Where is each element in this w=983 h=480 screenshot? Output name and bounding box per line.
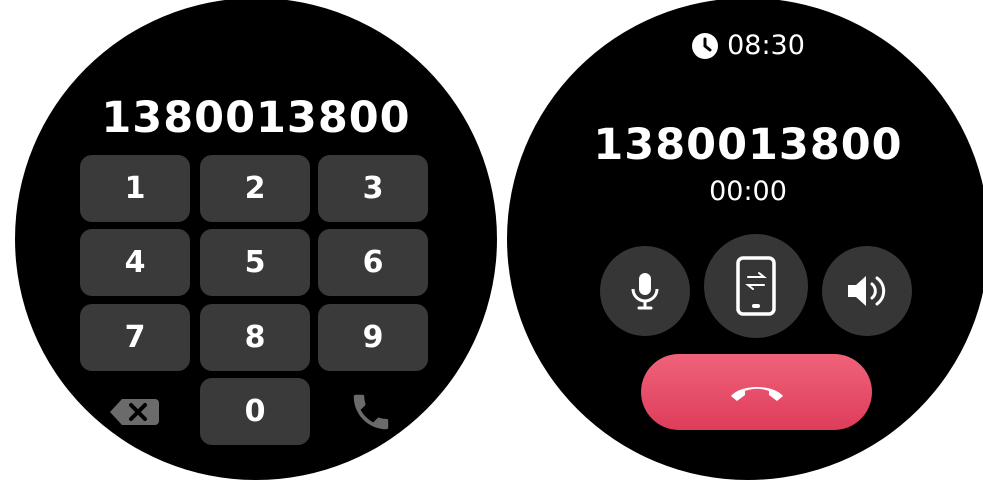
dialed-number: 1380013800 (101, 93, 411, 143)
key-6[interactable]: 6 (318, 229, 428, 296)
status-clock: 08:30 (507, 30, 983, 61)
call-screen: 08:30 1380013800 00:00 (507, 0, 983, 480)
end-call-button[interactable] (641, 354, 872, 430)
key-0[interactable]: 0 (200, 378, 310, 445)
microphone-icon (631, 273, 659, 310)
clock-icon (692, 32, 719, 59)
key-5[interactable]: 5 (200, 229, 310, 296)
key-1[interactable]: 1 (80, 155, 190, 222)
hang-up-icon (730, 387, 783, 401)
key-3[interactable]: 3 (318, 155, 428, 222)
speaker-icon (848, 276, 886, 306)
key-8[interactable]: 8 (200, 304, 310, 371)
clock-time: 08:30 (727, 30, 805, 61)
backspace-icon (110, 399, 159, 425)
mute-button[interactable] (600, 246, 690, 336)
key-9[interactable]: 9 (318, 304, 428, 371)
key-4[interactable]: 4 (80, 229, 190, 296)
call-number: 1380013800 (593, 120, 903, 170)
dialer-screen: 1380013800 1 2 3 4 5 6 7 8 9 0 (15, 0, 497, 480)
phone-transfer-icon (736, 256, 776, 316)
backspace-button[interactable] (100, 390, 170, 434)
speaker-button[interactable] (822, 246, 912, 336)
phone-icon (353, 394, 389, 430)
dial-button[interactable] (343, 386, 399, 438)
call-timer: 00:00 (709, 176, 787, 207)
key-2[interactable]: 2 (200, 155, 310, 222)
key-7[interactable]: 7 (80, 304, 190, 371)
transfer-to-phone-button[interactable] (704, 234, 808, 338)
